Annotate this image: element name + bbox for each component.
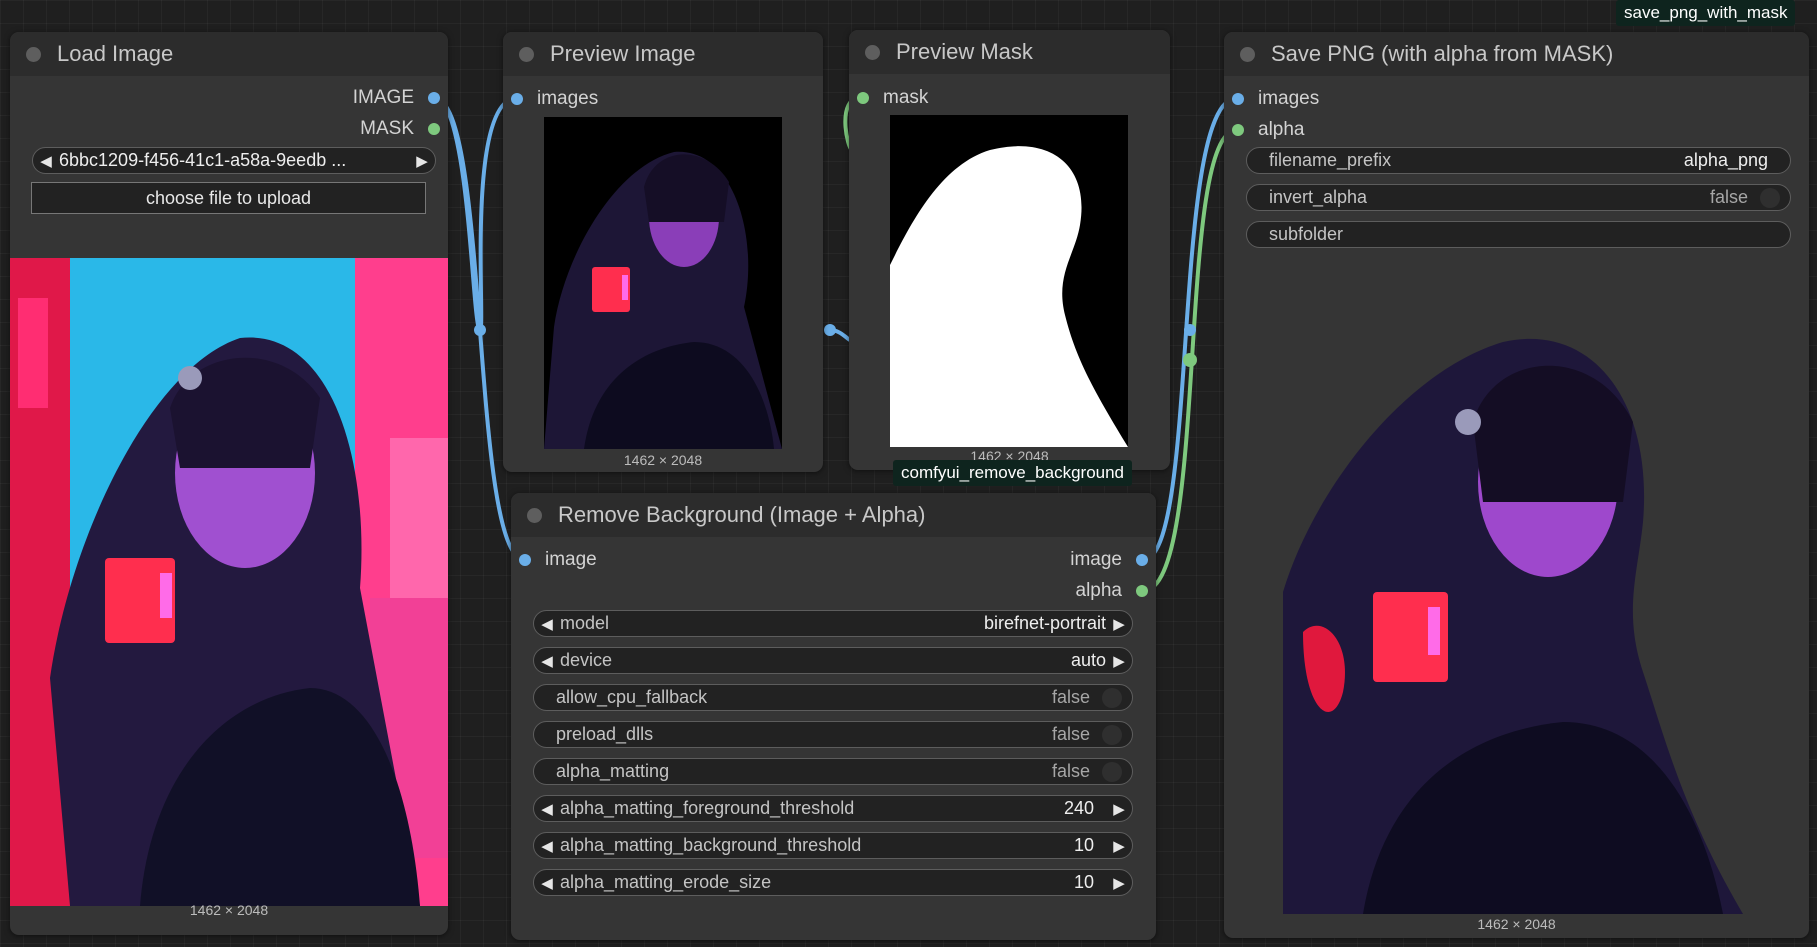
arrow-right-icon[interactable]: ▶ <box>1106 652 1132 670</box>
collapse-dot-icon[interactable] <box>527 507 542 523</box>
alpha-matting-toggle[interactable]: alpha_matting false <box>533 758 1133 785</box>
input-port-alpha[interactable]: alpha <box>1232 119 1305 141</box>
arrow-right-icon[interactable]: ▶ <box>1106 615 1132 633</box>
remove-bg-node-tag: comfyui_remove_background <box>893 460 1133 486</box>
input-port-images[interactable]: images <box>511 88 598 110</box>
subfolder-input[interactable]: subfolder <box>1246 221 1791 248</box>
port-dot-icon[interactable] <box>428 123 440 135</box>
arrow-left-icon[interactable]: ◀ <box>33 152 59 170</box>
port-dot-icon[interactable] <box>1232 124 1244 136</box>
input-port-images[interactable]: images <box>1232 88 1319 110</box>
arrow-right-icon[interactable]: ▶ <box>409 152 435 170</box>
image-file-select[interactable]: ◀ 6bbc1209-f456-41c1-a58a-9eedb ... ▶ <box>32 147 436 174</box>
erode-size-number[interactable]: ◀ alpha_matting_erode_size 10 ▶ <box>533 869 1133 896</box>
port-dot-icon[interactable] <box>857 92 869 104</box>
allow-cpu-fallback-toggle[interactable]: allow_cpu_fallback false <box>533 684 1133 711</box>
node-title: Remove Background (Image + Alpha) <box>558 502 926 527</box>
collapse-dot-icon[interactable] <box>519 46 534 62</box>
remove-background-node[interactable]: Remove Background (Image + Alpha) image … <box>511 493 1156 940</box>
port-dot-icon[interactable] <box>511 93 523 105</box>
bg-threshold-number[interactable]: ◀ alpha_matting_background_threshold 10 … <box>533 832 1133 859</box>
toggle-knob-icon[interactable] <box>1760 187 1780 208</box>
save-png-node[interactable]: Save PNG (with alpha from MASK) images a… <box>1224 32 1809 938</box>
toggle-knob-icon[interactable] <box>1102 724 1122 745</box>
preview-image-node[interactable]: Preview Image images 1462 × 2048 <box>503 32 823 472</box>
collapse-dot-icon[interactable] <box>26 46 41 62</box>
preload-dlls-toggle[interactable]: preload_dlls false <box>533 721 1133 748</box>
loaded-image <box>10 258 448 906</box>
output-port-image[interactable]: image <box>1070 549 1148 571</box>
port-dot-icon[interactable] <box>1232 93 1244 105</box>
remove-background-header[interactable]: Remove Background (Image + Alpha) <box>511 493 1156 537</box>
arrow-right-icon[interactable]: ▶ <box>1106 837 1132 855</box>
preview-mask-image <box>890 115 1128 447</box>
preview-mask-node[interactable]: Preview Mask mask 1462 × 2048 <box>849 30 1170 470</box>
node-title: Preview Image <box>550 41 696 66</box>
node-title: Load Image <box>57 41 174 66</box>
node-title: Save PNG (with alpha from MASK) <box>1271 41 1614 66</box>
invert-alpha-toggle[interactable]: invert_alpha false <box>1246 184 1791 211</box>
output-port-mask[interactable]: MASK <box>360 118 440 140</box>
output-port-alpha[interactable]: alpha <box>1076 580 1148 602</box>
port-dot-icon[interactable] <box>1136 585 1148 597</box>
save-png-header[interactable]: Save PNG (with alpha from MASK) <box>1224 32 1809 76</box>
input-port-mask[interactable]: mask <box>857 87 928 109</box>
model-select[interactable]: ◀ model birefnet-portrait ▶ <box>533 610 1133 637</box>
arrow-right-icon[interactable]: ▶ <box>1106 800 1132 818</box>
load-image-header[interactable]: Load Image <box>10 32 448 76</box>
preview-image-header[interactable]: Preview Image <box>503 32 823 76</box>
preview-dimensions: 1462 × 2048 <box>623 452 703 468</box>
port-dot-icon[interactable] <box>519 554 531 566</box>
port-dot-icon[interactable] <box>1136 554 1148 566</box>
collapse-dot-icon[interactable] <box>1240 46 1255 62</box>
port-dot-icon[interactable] <box>428 92 440 104</box>
collapse-dot-icon[interactable] <box>865 44 880 60</box>
toggle-knob-icon[interactable] <box>1102 761 1122 782</box>
arrow-left-icon[interactable]: ◀ <box>534 615 560 633</box>
preview-image <box>544 117 782 449</box>
output-port-image[interactable]: IMAGE <box>353 87 440 109</box>
arrow-right-icon[interactable]: ▶ <box>1106 874 1132 892</box>
node-title: Preview Mask <box>896 39 1033 64</box>
fg-threshold-number[interactable]: ◀ alpha_matting_foreground_threshold 240… <box>533 795 1133 822</box>
saved-image-preview <box>1283 312 1743 914</box>
arrow-left-icon[interactable]: ◀ <box>534 652 560 670</box>
upload-button[interactable]: choose file to upload <box>31 182 426 214</box>
saved-image-dimensions: 1462 × 2048 <box>1477 916 1556 932</box>
arrow-left-icon[interactable]: ◀ <box>534 874 560 892</box>
image-dimensions: 1462 × 2048 <box>189 902 269 918</box>
arrow-left-icon[interactable]: ◀ <box>534 800 560 818</box>
filename-prefix-input[interactable]: filename_prefix alpha_png <box>1246 147 1791 174</box>
load-image-node[interactable]: Load Image IMAGE MASK ◀ 6bbc1209-f456-41… <box>10 32 448 935</box>
save-node-tag: save_png_with_mask <box>1616 0 1796 26</box>
device-select[interactable]: ◀ device auto ▶ <box>533 647 1133 674</box>
toggle-knob-icon[interactable] <box>1102 687 1122 708</box>
input-port-image[interactable]: image <box>519 549 597 571</box>
arrow-left-icon[interactable]: ◀ <box>534 837 560 855</box>
preview-mask-header[interactable]: Preview Mask <box>849 30 1170 74</box>
